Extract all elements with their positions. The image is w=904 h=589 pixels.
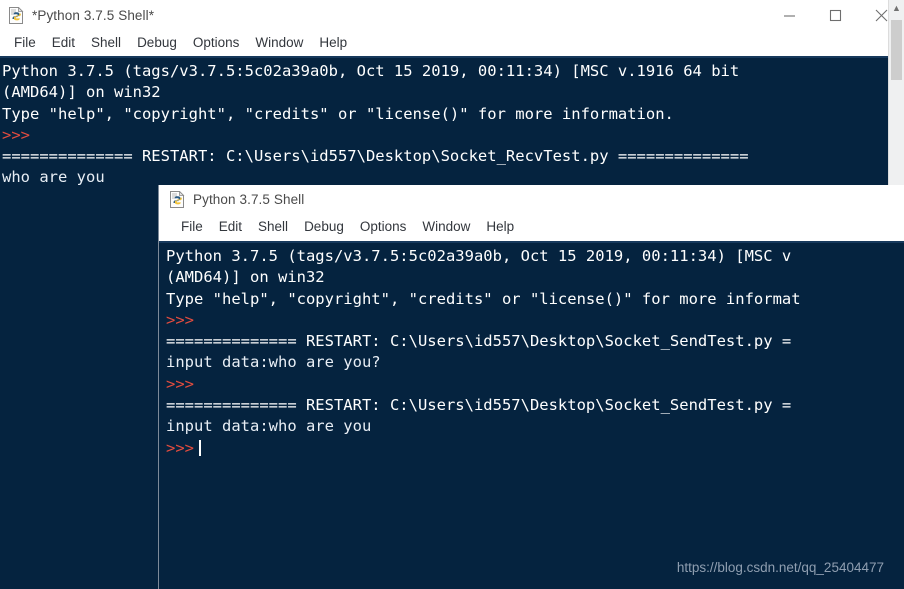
console-output-line: (AMD64)] on win32 — [166, 268, 325, 287]
console-restart-line: ============== RESTART: C:\Users\id557\D… — [166, 396, 792, 415]
menu-debug[interactable]: Debug — [296, 220, 352, 234]
shell-console-secondary[interactable]: Python 3.7.5 (tags/v3.7.5:5c02a39a0b, Oc… — [159, 241, 904, 589]
console-prompt: >>> — [2, 125, 30, 144]
titlebar-secondary[interactable]: Python 3.7.5 Shell — [159, 185, 904, 213]
menu-help[interactable]: Help — [478, 220, 522, 234]
menu-window[interactable]: Window — [414, 220, 478, 234]
idle-shell-window-secondary[interactable]: Python 3.7.5 Shell File Edit Shell Debug… — [158, 185, 904, 589]
window-controls-primary — [766, 0, 904, 30]
menu-file[interactable]: File — [173, 220, 211, 234]
menu-options[interactable]: Options — [185, 36, 248, 50]
scroll-up-icon[interactable]: ▲ — [889, 0, 904, 16]
console-prompt: >>> — [166, 438, 904, 459]
console-output-line: Type "help", "copyright", "credits" or "… — [2, 104, 674, 123]
window-title-secondary: Python 3.7.5 Shell — [193, 191, 305, 207]
console-user-text: input data:who are you? — [166, 353, 381, 372]
menu-edit[interactable]: Edit — [211, 220, 250, 234]
console-prompt: >>> — [166, 310, 194, 329]
maximize-icon[interactable] — [812, 0, 858, 30]
python-file-icon — [169, 190, 186, 208]
scrollbar-thumb[interactable] — [891, 20, 902, 80]
menu-edit[interactable]: Edit — [44, 36, 83, 50]
console-output-line: (AMD64)] on win32 — [2, 83, 161, 102]
console-output-line: Type "help", "copyright", "credits" or "… — [166, 289, 801, 308]
menu-help[interactable]: Help — [311, 36, 355, 50]
python-file-icon — [8, 6, 25, 24]
menu-file[interactable]: File — [6, 36, 44, 50]
menubar-secondary[interactable]: File Edit Shell Debug Options Window Hel… — [159, 213, 904, 241]
console-restart-line: ============== RESTART: C:\Users\id557\D… — [2, 147, 749, 166]
menu-shell[interactable]: Shell — [250, 220, 296, 234]
minimize-icon[interactable] — [766, 0, 812, 30]
console-prompt: >>> — [166, 374, 194, 393]
menubar-primary[interactable]: File Edit Shell Debug Options Window Hel… — [0, 30, 904, 56]
window-title-primary: *Python 3.7.5 Shell* — [32, 7, 155, 23]
console-output-line: Python 3.7.5 (tags/v3.7.5:5c02a39a0b, Oc… — [2, 62, 740, 80]
console-restart-line: ============== RESTART: C:\Users\id557\D… — [166, 332, 792, 351]
titlebar-primary[interactable]: *Python 3.7.5 Shell* — [0, 0, 904, 30]
menu-options[interactable]: Options — [352, 220, 415, 234]
menu-debug[interactable]: Debug — [129, 36, 185, 50]
menu-window[interactable]: Window — [247, 36, 311, 50]
console-output-line: Python 3.7.5 (tags/v3.7.5:5c02a39a0b, Oc… — [166, 247, 792, 265]
text-caret — [199, 439, 201, 456]
menu-shell[interactable]: Shell — [83, 36, 129, 50]
desktop-screen: *Python 3.7.5 Shell* File Edit Shell Deb… — [0, 0, 904, 589]
console-user-text: input data:who are you — [166, 417, 372, 436]
watermark-text: https://blog.csdn.net/qq_25404477 — [676, 560, 884, 575]
